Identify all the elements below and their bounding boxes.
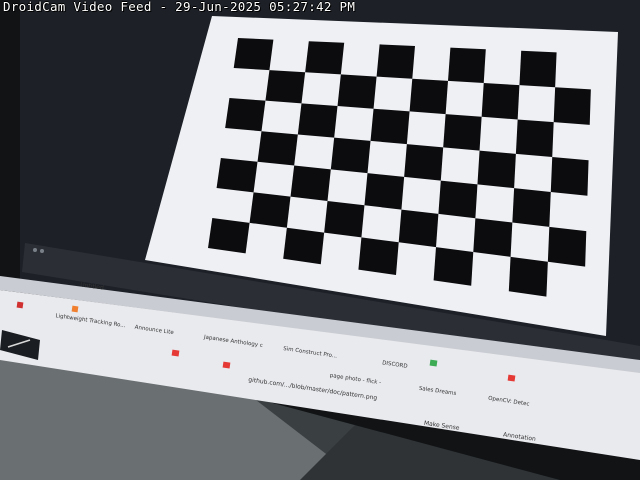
checker-square xyxy=(508,256,548,297)
checker-square xyxy=(398,209,439,248)
checker-square xyxy=(324,200,365,238)
checker-square xyxy=(337,74,377,109)
checker-square xyxy=(519,50,557,88)
checker-square xyxy=(305,41,345,75)
checker-square xyxy=(404,144,444,181)
droidcam-overlay: DroidCam Video Feed - 29-Jun-2025 05:27:… xyxy=(3,0,355,14)
checker-square xyxy=(216,158,258,193)
overlay-time: 05:27:42 PM xyxy=(269,0,356,14)
overlay-separator: - xyxy=(159,0,168,14)
checker-square xyxy=(233,38,274,71)
checker-square xyxy=(208,218,250,254)
bookmark-red-icon xyxy=(507,374,516,382)
checker-square xyxy=(370,108,410,145)
bookmark-red-icon-2 xyxy=(222,361,231,369)
overlay-app-name: DroidCam Video Feed xyxy=(3,0,152,14)
checker-square xyxy=(257,131,298,166)
taskbar-red-icon xyxy=(16,301,24,309)
checker-square xyxy=(547,226,587,267)
checker-square xyxy=(553,87,591,125)
overlay-date: 29-Jun-2025 xyxy=(175,0,262,14)
checker-square xyxy=(481,83,520,120)
checker-square xyxy=(358,237,399,275)
bookmark-red-icon-3 xyxy=(171,349,180,357)
toolbar-dot-icon-2 xyxy=(40,249,44,253)
camera-scene: Untitled Lightweight Tracking Ro... Anno… xyxy=(0,0,640,480)
checker-square xyxy=(409,78,448,115)
checker-square xyxy=(515,119,554,158)
checker-square xyxy=(283,227,325,265)
checker-square xyxy=(265,70,306,104)
checker-square xyxy=(290,165,331,201)
bookmark-green-icon xyxy=(429,359,438,367)
checker-square xyxy=(438,180,478,219)
checker-square xyxy=(550,157,589,196)
toolbar-dot-icon xyxy=(33,248,37,252)
checker-square xyxy=(473,218,513,257)
checker-square xyxy=(376,44,415,79)
checker-square xyxy=(477,150,516,189)
checker-square xyxy=(297,103,338,138)
checker-square xyxy=(249,192,291,228)
checker-square xyxy=(443,114,482,151)
checker-square xyxy=(448,47,486,83)
checker-square xyxy=(512,188,551,227)
checker-square xyxy=(364,173,405,210)
taskbar-orange-icon xyxy=(71,305,79,313)
checker-square xyxy=(330,137,371,174)
checker-square xyxy=(433,247,474,286)
checker-square xyxy=(225,98,266,132)
